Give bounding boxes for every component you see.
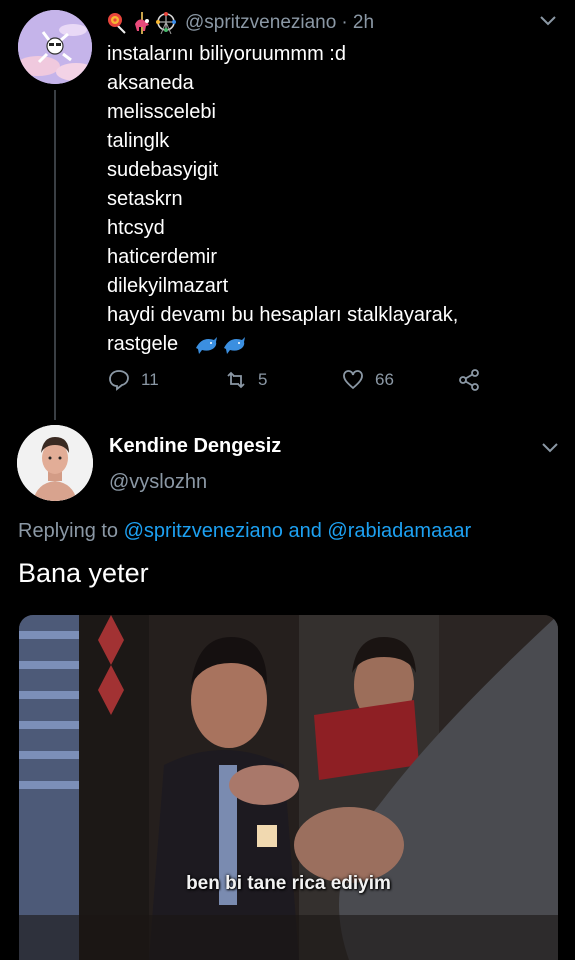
dolphin-icon [195, 336, 217, 354]
like-action[interactable]: 66 [341, 368, 394, 392]
lollipop-icon [107, 12, 129, 34]
tweet-text: Bana yeter [18, 558, 149, 588]
media-subtitle: ben bi tane rica ediyim [186, 873, 391, 894]
tweet-handle[interactable]: @vyslozhn [109, 471, 207, 494]
tweet-line-last: rastgele [107, 330, 547, 359]
avatar[interactable] [18, 10, 92, 84]
and-text: and [288, 520, 322, 542]
dolphin-emojis [194, 334, 246, 356]
display-name[interactable]: Kendine Dengesiz [109, 435, 281, 458]
mention-link[interactable]: @spritzveneziano [124, 520, 283, 542]
tweet-line: dilekyilmazart [107, 275, 229, 297]
like-count: 66 [375, 370, 394, 389]
tweet-handle[interactable]: @spritzveneziano [185, 12, 336, 34]
tweet-line: sudebasyigit [107, 159, 219, 181]
carousel-horse-icon [131, 12, 153, 34]
reply-action[interactable]: 11 [107, 368, 159, 392]
share-action[interactable] [457, 368, 481, 392]
replying-prefix: Replying to [18, 520, 119, 542]
tweet-actions: 11 5 66 [107, 368, 487, 394]
tweet-header: @spritzveneziano · 2h [107, 11, 374, 35]
dolphin-icon [223, 336, 245, 354]
tweet-media[interactable]: ben bi tane rica ediyim [19, 615, 558, 960]
tweet-line: aksaneda [107, 72, 194, 94]
share-icon [459, 369, 479, 391]
mention-link[interactable]: @rabiadamaaar [327, 520, 471, 542]
tweet-line: haydi devamı bu hesapları stalklayarak, [107, 304, 459, 326]
tweet-line: rastgele [107, 333, 179, 355]
tweet-line: setaskrn [107, 188, 183, 210]
retweet-action[interactable]: 5 [224, 368, 267, 392]
tweet-line: melisscelebi [107, 101, 216, 123]
avatar[interactable] [17, 425, 93, 501]
name-emojis [107, 12, 177, 34]
retweet-icon [227, 371, 245, 389]
reply-count: 11 [141, 370, 159, 389]
heart-icon [343, 370, 363, 390]
tweet-line: talinglk [107, 130, 170, 152]
tweet-line: instalarını biliyoruummm :d [107, 43, 346, 65]
tweet-line: haticerdemir [107, 246, 218, 268]
media-image [19, 615, 558, 960]
avatar-illustration [18, 10, 92, 84]
reply-icon [109, 370, 129, 391]
replying-to: Replying to @spritzveneziano and @rabiad… [18, 520, 471, 543]
chevron-down-icon[interactable] [540, 437, 560, 457]
chevron-down-icon[interactable] [538, 10, 558, 30]
ferris-wheel-icon [155, 12, 177, 34]
tweet-text: instalarını biliyoruummm :d aksaneda mel… [107, 40, 547, 359]
retweet-count: 5 [258, 370, 268, 389]
thread-line [54, 90, 56, 420]
avatar-photo [17, 425, 93, 501]
tweet-time: · 2h [341, 12, 375, 33]
tweet-line: htcsyd [107, 217, 165, 239]
